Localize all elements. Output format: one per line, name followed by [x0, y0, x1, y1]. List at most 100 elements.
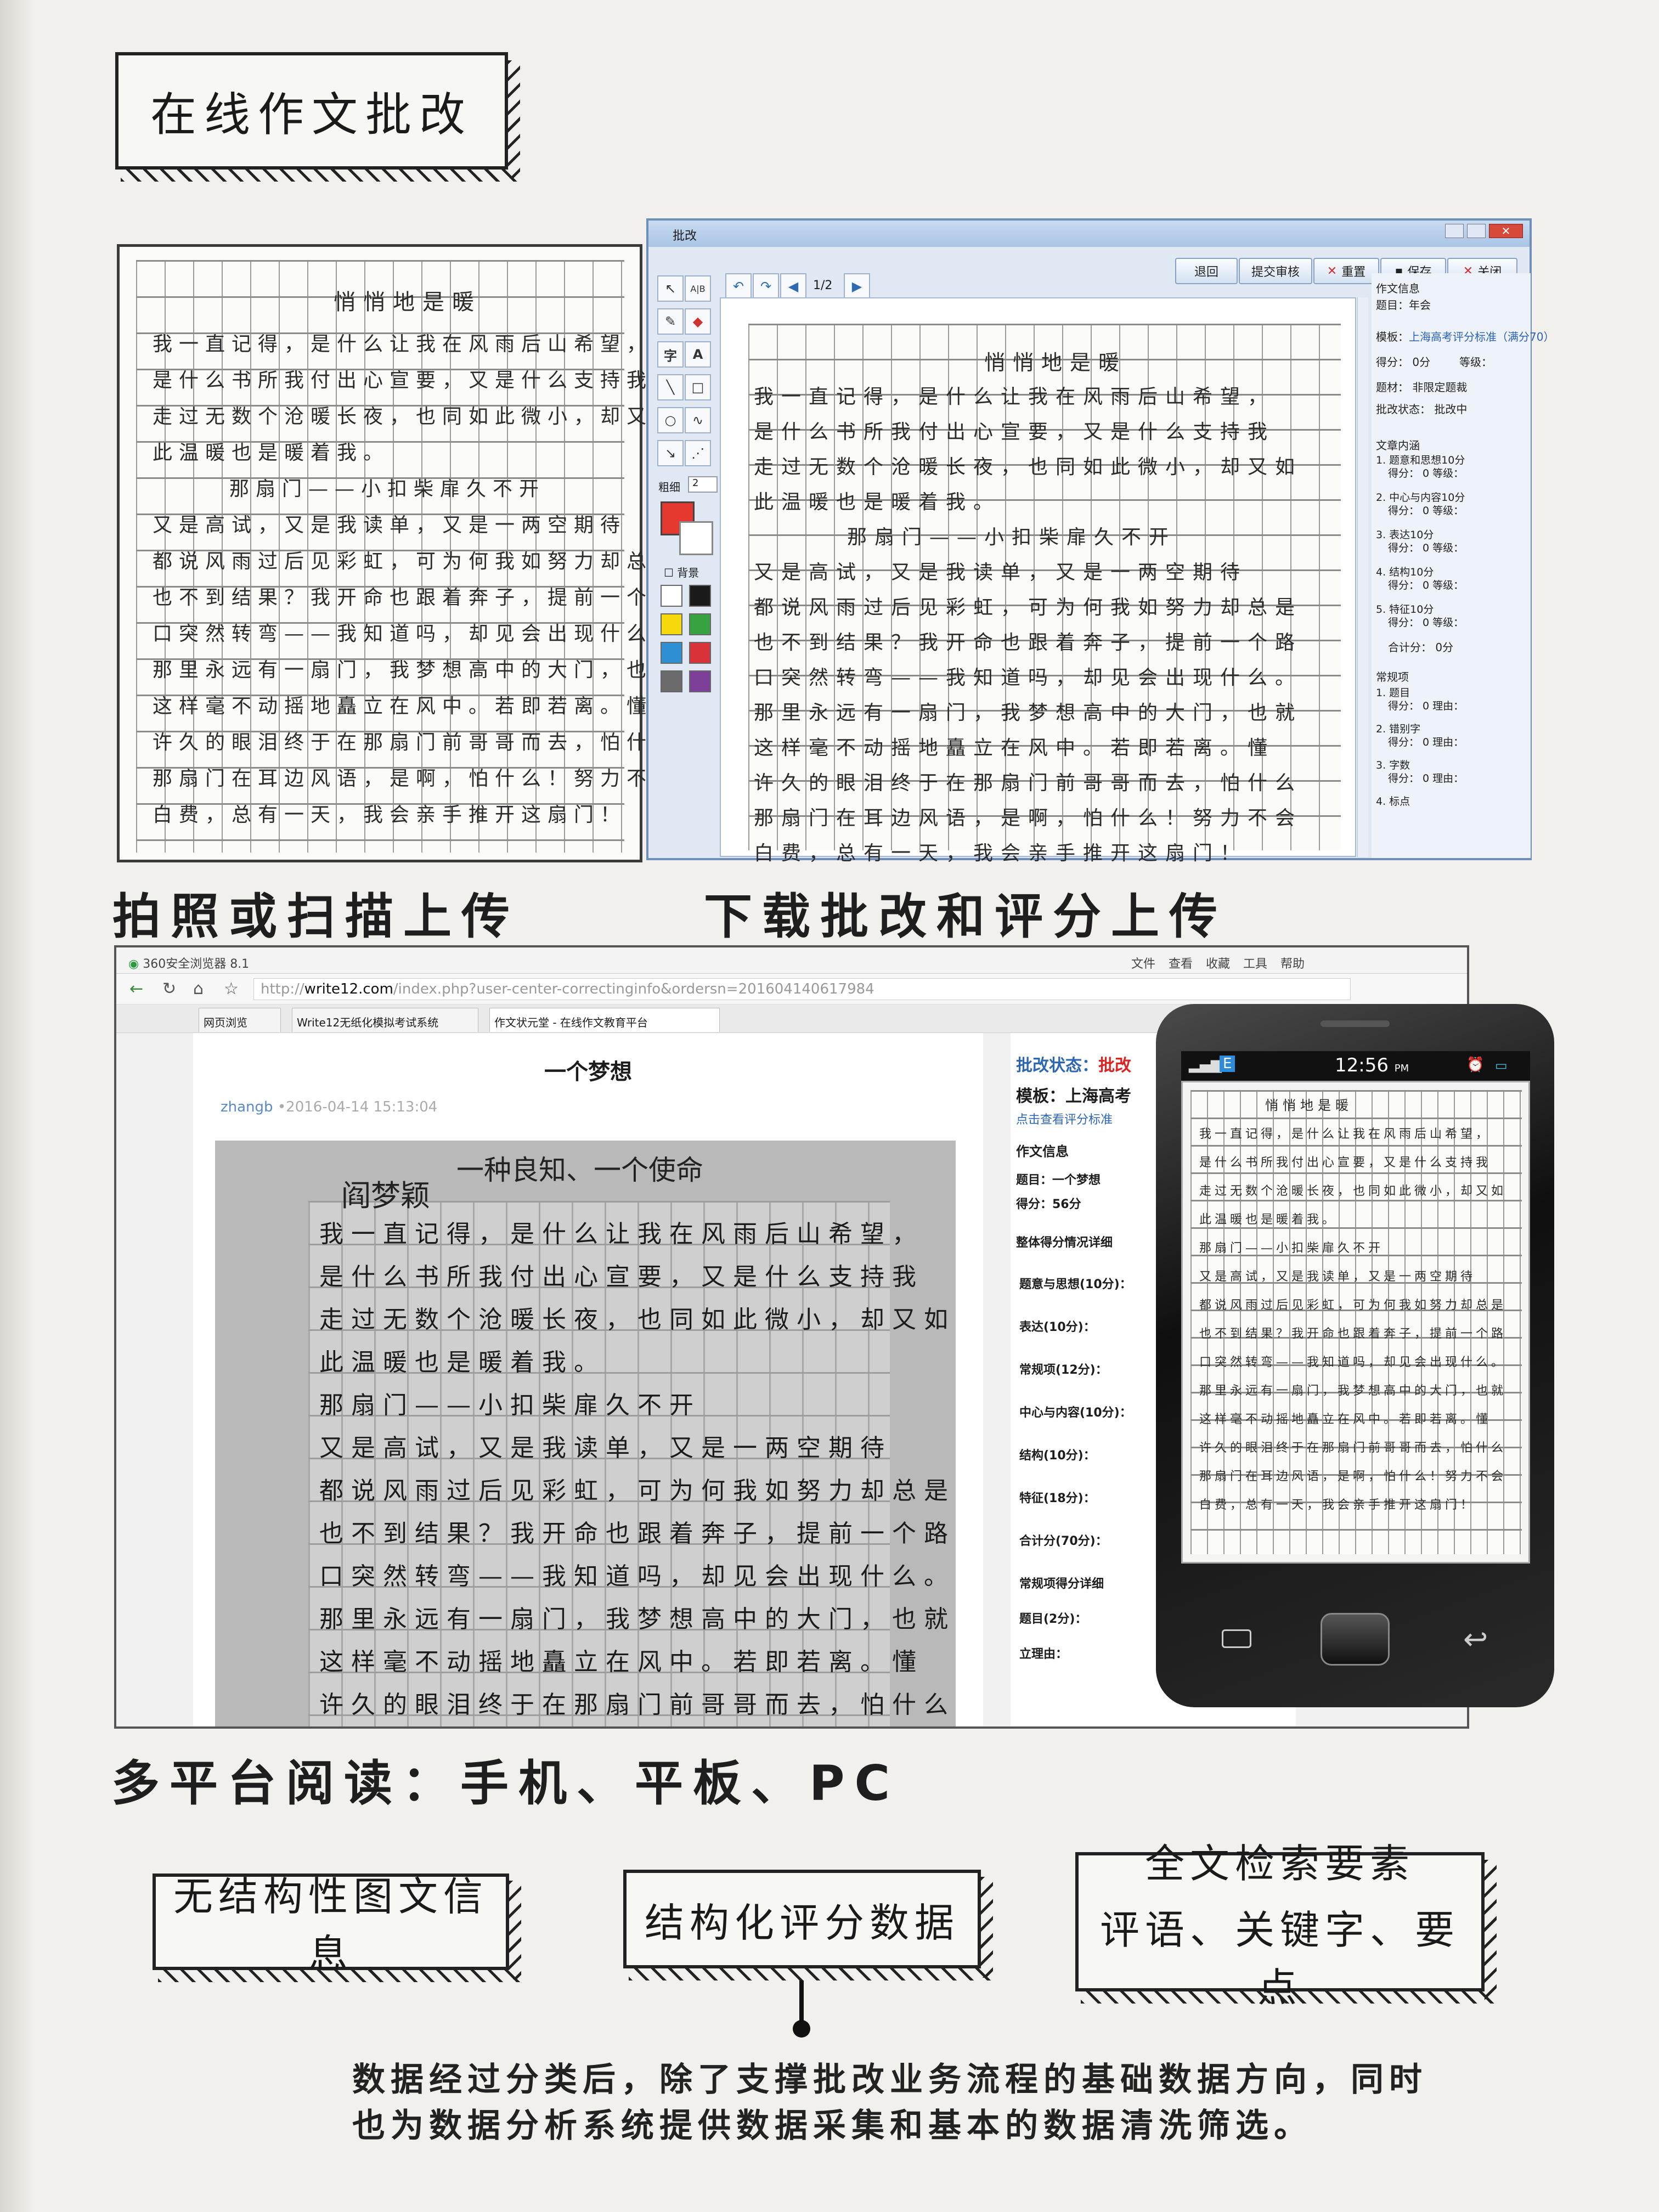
box-structured: 结构化评分数据 [623, 1870, 981, 1968]
connector-line [799, 1980, 804, 2024]
rectangle-icon[interactable]: □ [685, 374, 711, 400]
browser-menu-item[interactable]: 收藏 [1206, 954, 1230, 972]
ellipse-icon[interactable]: ○ [657, 407, 684, 433]
phone-home-button[interactable] [1321, 1613, 1390, 1666]
return-button[interactable]: 退回 [1175, 258, 1238, 284]
notification-icon: E [1220, 1056, 1235, 1072]
line-icon[interactable]: ╲ [657, 374, 684, 400]
phone-screen[interactable]: 悄悄地是暖 我一直记得，是什么让我在风雨后山希望， 是什么书所我付出心宣要，又是什… [1181, 1081, 1530, 1564]
panel-section-info: 作文信息 [1376, 282, 1420, 295]
sidebar-score-item: 合计分(70分)： [1019, 1534, 1108, 1548]
pencil-icon[interactable]: ✎ [657, 308, 684, 335]
browser-menu-item[interactable]: 文件 [1131, 954, 1155, 972]
reset-button[interactable]: ✕ 重置 [1313, 258, 1379, 284]
dashed-line-icon[interactable]: ⋰ [685, 440, 711, 466]
sidebar-detail: 整体得分情况详细 [1016, 1236, 1113, 1250]
sidebar-info: 作文信息 [1016, 1144, 1069, 1159]
phone-device: ▂▄▆ E 12:56 PM ⏰ ▭ 悄悄地是暖 我一直记得，是什么让我在风雨后… [1156, 1004, 1554, 1707]
photo-line: 此温暖也是暖着我。 [319, 1348, 606, 1376]
font-tool-button[interactable]: A [685, 341, 711, 368]
sidebar-score-item: 常规项得分详细 [1019, 1577, 1104, 1591]
box-fulltext-hatch-bottom [1081, 1991, 1496, 2004]
photo-line: 口突然转弯——我知道吗，却见会出现什么。 [319, 1562, 956, 1590]
photo-line: 也不到结果？我开命也跟着奔子，提前一个路 [319, 1520, 956, 1548]
refresh-icon[interactable]: ↻ [162, 979, 176, 998]
panel-item-title: 4. 结构10分 [1376, 566, 1434, 578]
window-close-button[interactable]: ✕ [1489, 224, 1523, 238]
browser-tab[interactable]: Write12无纸化模拟考试系统 [292, 1008, 478, 1032]
sidebar-status: 批改状态：批改 [1016, 1056, 1131, 1075]
palette-swatch[interactable] [661, 613, 682, 635]
canvas-essay-line: 那扇门——小扣柴扉久不开 [847, 526, 1177, 549]
box-fulltext-hatch-right [1485, 1860, 1497, 2001]
box-unstructured-hatch-bottom [158, 1970, 520, 1982]
scanned-essay: 悄悄地是暖 我一直记得，是什么让我在风雨后山希望， 是什么书所我付出心宣要，又是什… [117, 244, 673, 862]
palette-swatch[interactable] [689, 642, 711, 664]
text-box-icon[interactable]: A|B [685, 275, 711, 302]
panel-item-score: 得分： 0 等级： [1388, 467, 1464, 479]
url-text: http://write12.com/index.php?user-center… [261, 981, 874, 997]
panel-item-score: 得分： 0 等级： [1388, 505, 1464, 517]
page-indicator: 1/2 [813, 279, 833, 292]
maximize-button[interactable] [1467, 224, 1486, 238]
sidebar-score: 得分：56分 [1016, 1198, 1081, 1211]
photo-line: 那里永远有一扇门，我梦想高中的大门，也就 [319, 1605, 956, 1633]
essay-line: 此温暖也是暖着我。 [153, 442, 390, 464]
box-structured-hatch-right [981, 1877, 993, 1978]
canvas-scrollbar[interactable] [1357, 297, 1368, 857]
browser-tab[interactable]: 作文状元堂 - 在线作文教育平台 [489, 1008, 720, 1032]
browser-menu-item[interactable]: 帮助 [1280, 954, 1305, 972]
essay-title: 悄悄地是暖 [334, 290, 482, 315]
palette-swatch[interactable] [661, 670, 682, 692]
prev-page-icon[interactable]: ◀ [780, 273, 806, 300]
palette-swatch[interactable] [689, 585, 711, 607]
browser-menu-item[interactable]: 查看 [1169, 954, 1193, 972]
submit-review-button[interactable]: 提交审核 [1239, 258, 1312, 284]
background-color-swatch[interactable] [679, 521, 713, 555]
sidebar-view-standard-link[interactable]: 点击查看评分标准 [1016, 1110, 1113, 1127]
next-page-icon[interactable]: ▶ [844, 273, 870, 300]
curve-icon[interactable]: ∿ [685, 407, 711, 433]
photo-heading: 一种良知、一个使命 [456, 1154, 703, 1186]
thickness-select[interactable]: 2 [688, 476, 718, 493]
window-titlebar: 批改 ✕ [648, 221, 1530, 247]
phone-essay-line: 那里永远有一扇门，我梦想高中的大门，也就 [1199, 1384, 1507, 1398]
eraser-icon[interactable]: ◆ [685, 308, 711, 335]
address-bar[interactable]: http://write12.com/index.php?user-center… [253, 978, 1351, 1000]
panel-topic: 题目：年会 [1376, 298, 1431, 312]
photo-line: 是什么书所我付出心宣要，又是什么支持我 [319, 1263, 924, 1291]
canvas-essay-line: 也不到结果？我开命也跟着奔子，提前一个路 [754, 631, 1303, 654]
rotate-left-icon[interactable]: ↶ [725, 273, 752, 300]
phone-menu-icon[interactable] [1222, 1629, 1251, 1648]
arrow-line-icon[interactable]: ↘ [657, 440, 684, 466]
char-tool-button[interactable]: 字 [657, 341, 684, 368]
favorite-icon[interactable]: ☆ [224, 979, 239, 998]
browser-menu-item[interactable]: 工具 [1243, 954, 1267, 972]
photo-line: 那扇门——小扣柴扉久不开 [319, 1391, 701, 1419]
select-icon[interactable]: ↖ [657, 275, 684, 302]
essay-line: 口突然转弯——我知道吗，却见会出现什么。 [153, 623, 680, 645]
caption-upload: 拍照或扫描上传 [112, 888, 520, 945]
back-icon[interactable]: ← [129, 979, 143, 998]
caption-download: 下载批改和评分上传 [704, 888, 1228, 945]
rotate-right-icon[interactable]: ↷ [753, 273, 779, 300]
panel-common-title: 4. 标点 [1376, 795, 1410, 808]
palette-swatch[interactable] [661, 585, 682, 607]
palette-swatch[interactable] [661, 642, 682, 664]
home-icon[interactable]: ⌂ [193, 979, 204, 998]
essay-line: 许久的眼泪终于在那扇门前哥哥而去，怕什么 [153, 731, 680, 754]
canvas-essay-line: 口突然转弯——我知道吗，却见会出现什么。 [754, 667, 1303, 689]
phone-back-icon[interactable]: ↩ [1463, 1622, 1488, 1656]
palette-swatch[interactable] [689, 670, 711, 692]
essay-line: 也不到结果？我开命也跟着奔子，提前一个路 [153, 586, 680, 609]
title-hatch-right [508, 60, 520, 178]
essay-line: 是什么书所我付出心宣要，又是什么支持我 [153, 369, 653, 392]
canvas-essay-line: 是什么书所我付出心宣要，又是什么支持我 [754, 421, 1276, 443]
sidebar-score-item: 表达(10分)： [1019, 1321, 1096, 1334]
essay-canvas[interactable]: 悄悄地是暖 我一直记得，是什么让我在风雨后山希望， 是什么书所我付出心宣要，又是什… [720, 297, 1356, 865]
minimize-button[interactable] [1445, 224, 1464, 238]
canvas-essay-line: 又是高试，又是我读单，又是一两空期待 [754, 561, 1248, 584]
phone-time: 12:56 PM [1335, 1054, 1409, 1076]
browser-tab[interactable]: 网页浏览 [199, 1008, 281, 1032]
palette-swatch[interactable] [689, 613, 711, 635]
